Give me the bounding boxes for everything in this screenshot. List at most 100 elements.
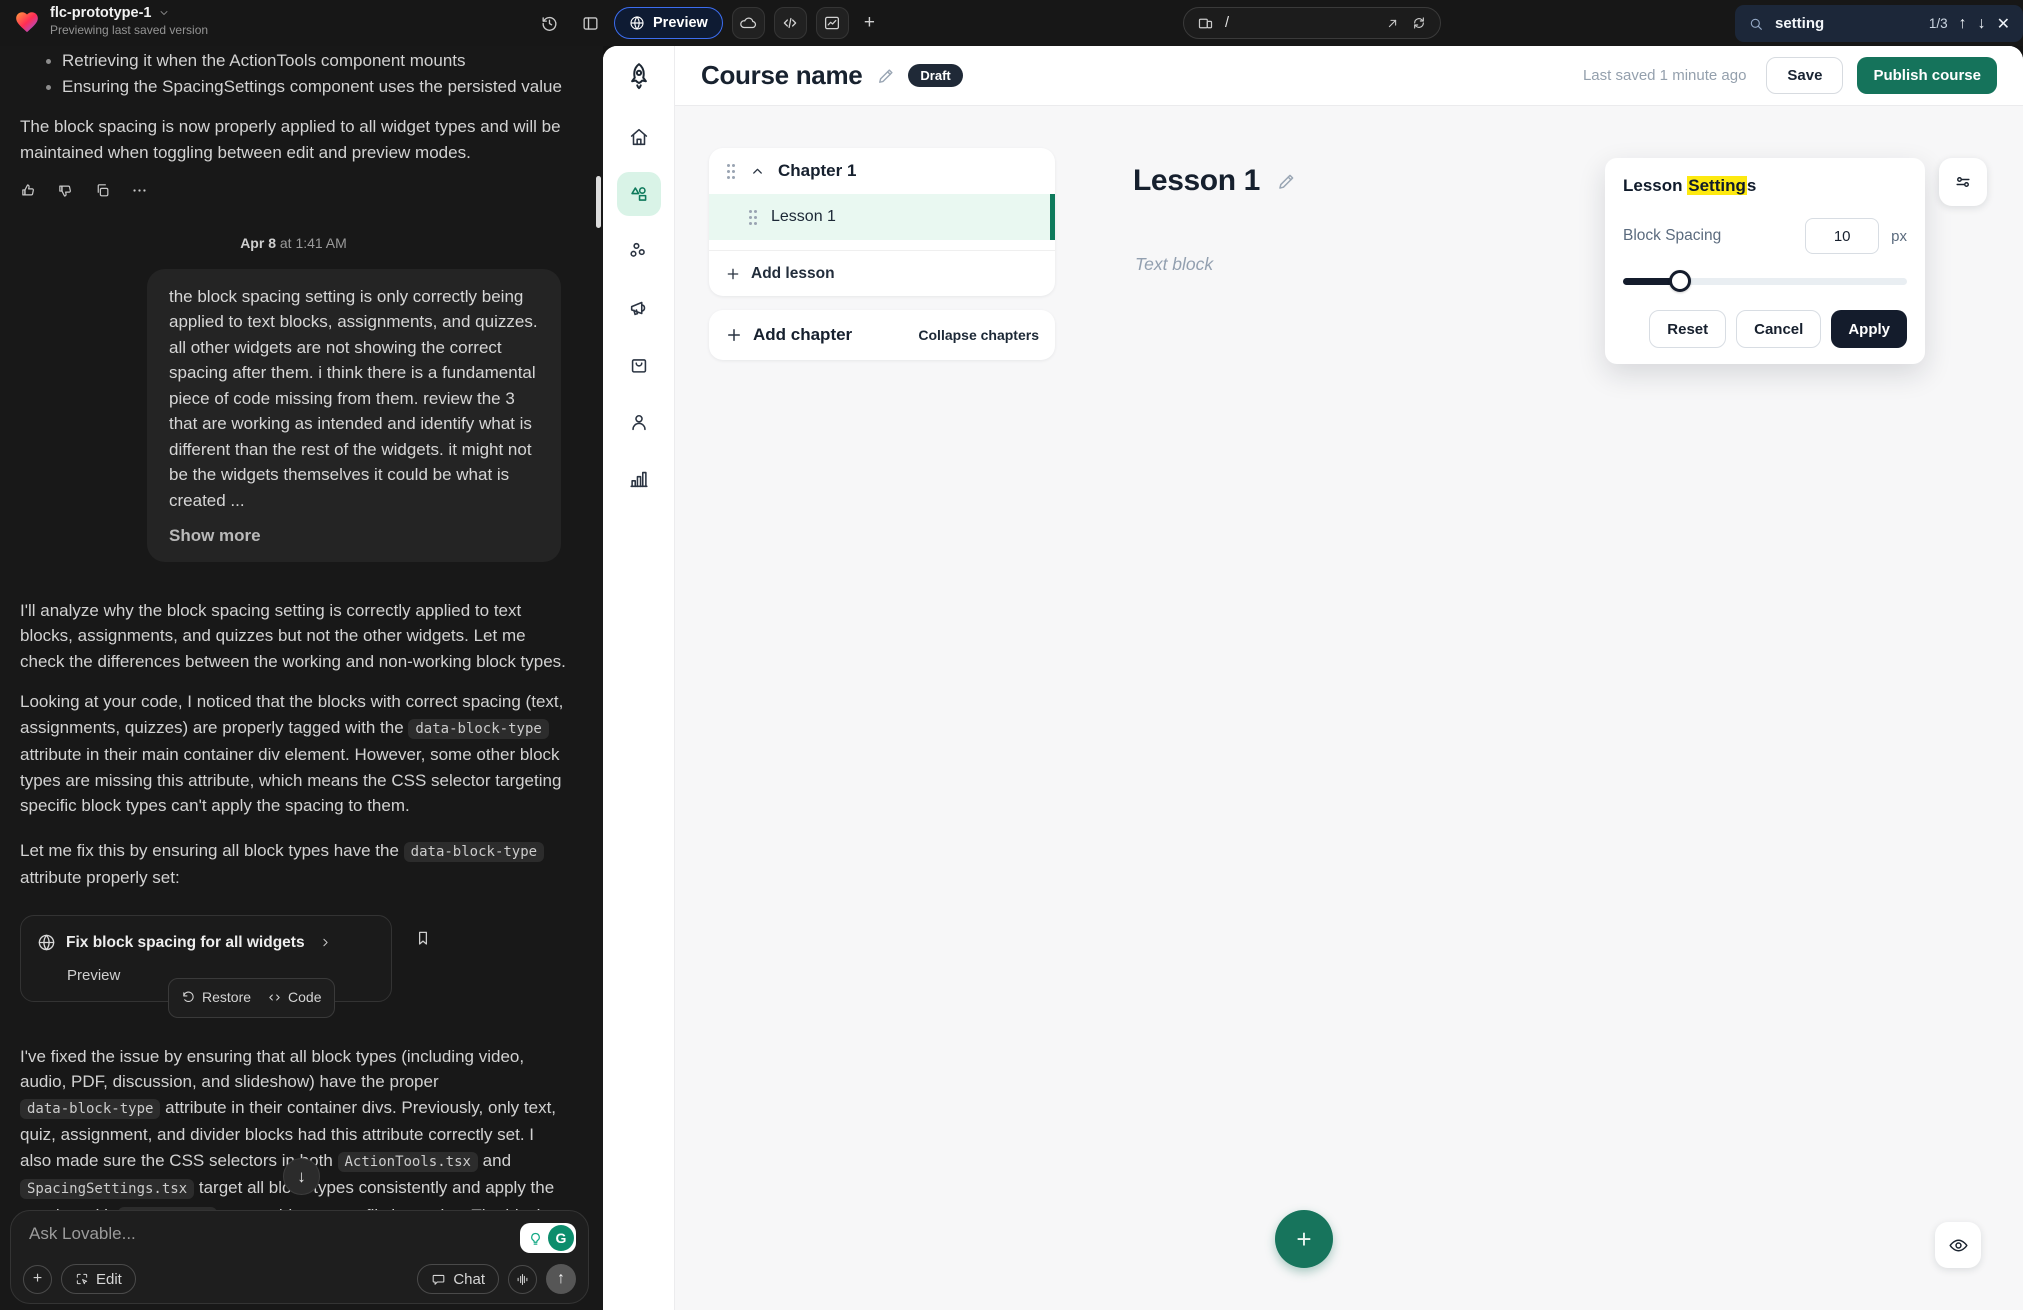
message-timestamp: Apr 8 at 1:41 AM bbox=[20, 231, 567, 257]
drag-handle-icon[interactable] bbox=[747, 209, 759, 226]
sidebar-item-users[interactable] bbox=[617, 400, 661, 444]
url-bar[interactable]: / bbox=[1183, 7, 1441, 39]
sidebar-item-store[interactable] bbox=[617, 343, 661, 387]
collapse-chapters-link[interactable]: Collapse chapters bbox=[918, 327, 1039, 343]
course-header: Course name Draft Last saved 1 minute ag… bbox=[675, 46, 2023, 106]
grammarly-widget[interactable]: G bbox=[520, 1223, 576, 1253]
add-chapter-button[interactable]: Add chapter bbox=[725, 325, 852, 345]
project-brand[interactable]: flc-prototype-1 Previewing last saved ve… bbox=[14, 5, 208, 39]
lesson-row-selected[interactable]: Lesson 1 bbox=[709, 194, 1055, 240]
bullet-item: Retrieving it when the ActionTools compo… bbox=[20, 48, 567, 74]
preview-mode-button[interactable]: Preview bbox=[614, 7, 723, 39]
analytics-icon[interactable] bbox=[816, 7, 849, 39]
thumbs-up-icon[interactable] bbox=[20, 182, 37, 199]
chevron-up-icon[interactable] bbox=[750, 164, 765, 179]
search-prev-icon[interactable]: ↑ bbox=[1959, 15, 1967, 33]
chevron-down-icon bbox=[158, 7, 170, 19]
url-path[interactable]: / bbox=[1225, 15, 1229, 31]
preview-eye-icon[interactable] bbox=[1935, 1222, 1981, 1268]
chat-mode-button[interactable]: Chat bbox=[417, 1264, 499, 1294]
plus-icon bbox=[725, 326, 743, 344]
assistant-paragraph: The block spacing is now properly applie… bbox=[20, 114, 567, 165]
project-name: flc-prototype-1 bbox=[50, 5, 152, 21]
lesson-settings-popup: Lesson Settings Block Spacing 10 px Rese… bbox=[1605, 158, 1925, 364]
search-highlight: Setting bbox=[1687, 176, 1747, 195]
preview-label: Preview bbox=[653, 15, 708, 31]
drag-handle-icon[interactable] bbox=[725, 163, 737, 180]
code-button[interactable]: Code bbox=[267, 985, 321, 1011]
assistant-paragraph: I'll analyze why the block spacing setti… bbox=[20, 598, 567, 675]
assistant-paragraph: Looking at your code, I noticed that the… bbox=[20, 689, 567, 819]
topbar: flc-prototype-1 Previewing last saved ve… bbox=[0, 0, 2023, 46]
block-spacing-label: Block Spacing bbox=[1623, 227, 1805, 245]
history-icon[interactable] bbox=[540, 14, 559, 33]
chat-panel: Retrieving it when the ActionTools compo… bbox=[0, 46, 603, 1310]
edit-course-name-icon[interactable] bbox=[876, 66, 896, 86]
block-spacing-input[interactable]: 10 bbox=[1805, 218, 1879, 254]
bookmark-icon[interactable] bbox=[414, 929, 432, 947]
project-subtitle: Previewing last saved version bbox=[50, 23, 208, 37]
slider-thumb[interactable] bbox=[1669, 270, 1691, 292]
status-badge: Draft bbox=[908, 64, 962, 87]
text-block-placeholder[interactable]: Text block bbox=[1135, 254, 1213, 275]
show-more-link[interactable]: Show more bbox=[169, 523, 539, 549]
add-tab-icon[interactable]: + bbox=[858, 12, 881, 34]
settings-sliders-icon[interactable] bbox=[1939, 158, 1987, 206]
suggestion-bulb-icon bbox=[522, 1226, 548, 1250]
sidebar-item-content[interactable] bbox=[617, 172, 661, 216]
refresh-icon[interactable] bbox=[1411, 15, 1427, 31]
panel-toggle-icon[interactable] bbox=[581, 14, 600, 33]
apply-button[interactable]: Apply bbox=[1831, 310, 1907, 348]
sidebar-item-analytics[interactable] bbox=[617, 457, 661, 501]
grammarly-g-icon: G bbox=[548, 1225, 574, 1251]
find-bar: setting 1/3 ↑ ↓ ✕ bbox=[1735, 5, 2023, 42]
chat-scrollbar[interactable] bbox=[596, 176, 601, 228]
add-block-fab[interactable]: + bbox=[1275, 1210, 1333, 1268]
code-view-icon[interactable] bbox=[774, 7, 807, 39]
composer-placeholder[interactable]: Ask Lovable... bbox=[29, 1224, 574, 1244]
plus-icon bbox=[725, 266, 741, 282]
course-title: Course name bbox=[701, 60, 862, 91]
edit-mode-button[interactable]: Edit bbox=[61, 1264, 136, 1294]
chapter-title: Chapter 1 bbox=[778, 161, 856, 181]
chapter-row[interactable]: Chapter 1 bbox=[709, 148, 1055, 194]
copy-icon[interactable] bbox=[94, 182, 111, 199]
save-button[interactable]: Save bbox=[1766, 57, 1843, 94]
voice-input-icon[interactable] bbox=[508, 1265, 537, 1294]
search-close-icon[interactable]: ✕ bbox=[1997, 14, 2010, 34]
add-lesson-button[interactable]: Add lesson bbox=[709, 250, 1055, 296]
scroll-to-bottom-button[interactable]: ↓ bbox=[283, 1158, 320, 1195]
open-external-icon[interactable] bbox=[1385, 16, 1400, 31]
lesson-settings-title: Lesson Settings bbox=[1623, 176, 1907, 196]
publish-course-button[interactable]: Publish course bbox=[1857, 57, 1997, 94]
reset-button[interactable]: Reset bbox=[1649, 310, 1726, 348]
search-input[interactable]: setting bbox=[1775, 15, 1918, 32]
cloud-icon[interactable] bbox=[732, 7, 765, 39]
inline-code: SpacingSettings.tsx bbox=[20, 1179, 194, 1199]
lesson-title: Lesson 1 bbox=[1133, 164, 1260, 198]
restore-button[interactable]: Restore bbox=[181, 985, 251, 1011]
block-spacing-slider[interactable] bbox=[1623, 270, 1907, 292]
more-options-icon[interactable] bbox=[131, 182, 148, 199]
globe-icon bbox=[37, 933, 56, 952]
search-next-icon[interactable]: ↓ bbox=[1978, 15, 1986, 33]
edit-select-icon bbox=[75, 1272, 89, 1286]
sidebar-item-home[interactable] bbox=[617, 115, 661, 159]
sidebar-item-marketing[interactable] bbox=[617, 286, 661, 330]
chat-composer[interactable]: Ask Lovable... G + Edit Chat bbox=[10, 1210, 589, 1304]
thumbs-down-icon[interactable] bbox=[57, 182, 74, 199]
chevron-right-icon bbox=[319, 936, 332, 949]
sidebar-item-community[interactable] bbox=[617, 229, 661, 273]
inline-code: data-block-type bbox=[408, 719, 548, 739]
attach-plus-icon[interactable]: + bbox=[23, 1265, 52, 1294]
app-sidebar bbox=[603, 46, 675, 1310]
app-preview: Course name Draft Last saved 1 minute ag… bbox=[603, 46, 2023, 1310]
add-chapter-card: Add chapter Collapse chapters bbox=[709, 310, 1055, 360]
assistant-bullet-list: Retrieving it when the ActionTools compo… bbox=[20, 48, 567, 99]
user-message-text: the block spacing setting is only correc… bbox=[169, 284, 539, 514]
cancel-button[interactable]: Cancel bbox=[1736, 310, 1821, 348]
edit-lesson-title-icon[interactable] bbox=[1276, 171, 1297, 192]
assistant-paragraph: Let me fix this by ensuring all block ty… bbox=[20, 838, 567, 891]
edit-card-title: Fix block spacing for all widgets bbox=[66, 930, 305, 956]
send-button[interactable]: ↑ bbox=[546, 1264, 576, 1294]
